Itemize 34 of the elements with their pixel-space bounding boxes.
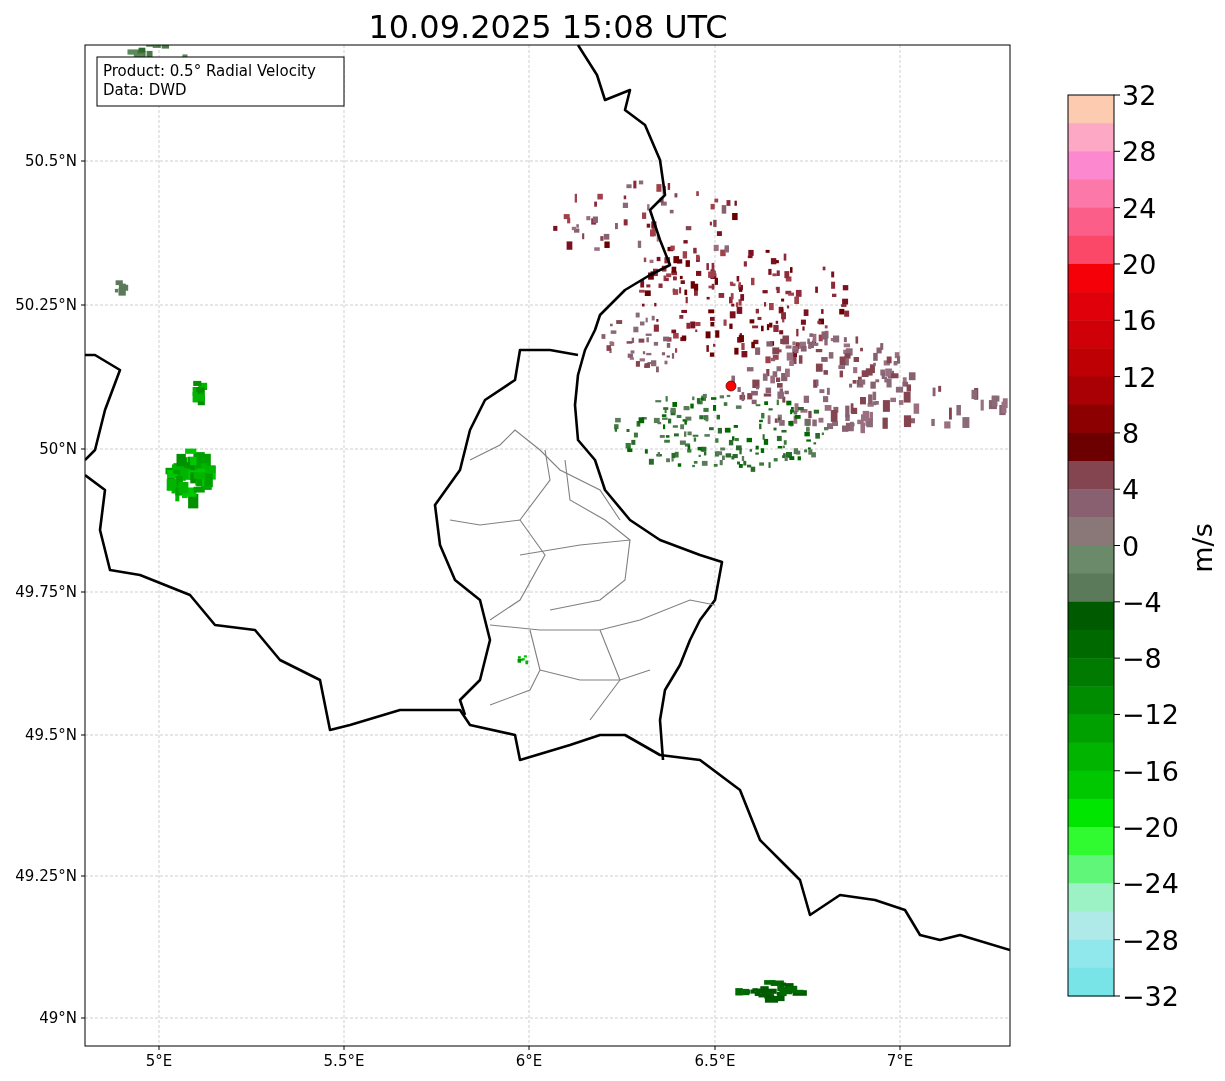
annotation-text: Product: 0.5° Radial Velocity	[103, 62, 316, 80]
colorbar-tick-label: −28	[1122, 924, 1179, 956]
axis-tick-label: 5.5°E	[323, 1052, 365, 1070]
axis-tick-label: 6°E	[515, 1052, 543, 1070]
colorbar-tick-label: 4	[1122, 474, 1140, 506]
axis-tick-label: 50.25°N	[15, 296, 77, 314]
colorbar-tick-label: 0	[1122, 530, 1140, 562]
axis-tick-label: 49.5°N	[24, 726, 77, 744]
colorbar-tick-label: 28	[1122, 136, 1157, 168]
radar-site-marker	[725, 380, 737, 392]
axis-tick-label: 50.5°N	[24, 152, 77, 170]
colorbar-tick-label: −20	[1122, 812, 1179, 844]
annotation-text: Data: DWD	[103, 81, 187, 99]
colorbar-tick-label: −32	[1122, 981, 1179, 1012]
colorbar-tick-label: −12	[1122, 699, 1179, 731]
colorbar-tick-label: 8	[1122, 417, 1140, 449]
colorbar-tick-label: 12	[1122, 361, 1157, 393]
axis-tick-label: 5°E	[145, 1052, 173, 1070]
colorbar-tick-label: 20	[1122, 248, 1157, 280]
colorbar-tick-label: −16	[1122, 755, 1179, 787]
colorbar-tick-label: −8	[1122, 643, 1162, 675]
colorbar-tick-label: 24	[1122, 192, 1157, 224]
axis-tick-label: 49.75°N	[15, 583, 77, 601]
axis-tick-label: 49.25°N	[15, 867, 77, 885]
colorbar-tick-label: 32	[1122, 80, 1157, 111]
axis-tick-label: 49°N	[39, 1009, 77, 1027]
colorbar-tick-label: −4	[1122, 586, 1162, 618]
colorbar-tick-label: −24	[1122, 868, 1179, 900]
chart-title: 10.09.2025 15:08 UTC	[368, 8, 728, 46]
colorbar-label: m/s	[1187, 523, 1218, 573]
axis-tick-label: 6.5°E	[694, 1052, 736, 1070]
colorbar-tick-label: 16	[1122, 305, 1157, 337]
axis-tick-label: 7°E	[886, 1052, 914, 1070]
axis-tick-label: 50°N	[39, 440, 77, 458]
